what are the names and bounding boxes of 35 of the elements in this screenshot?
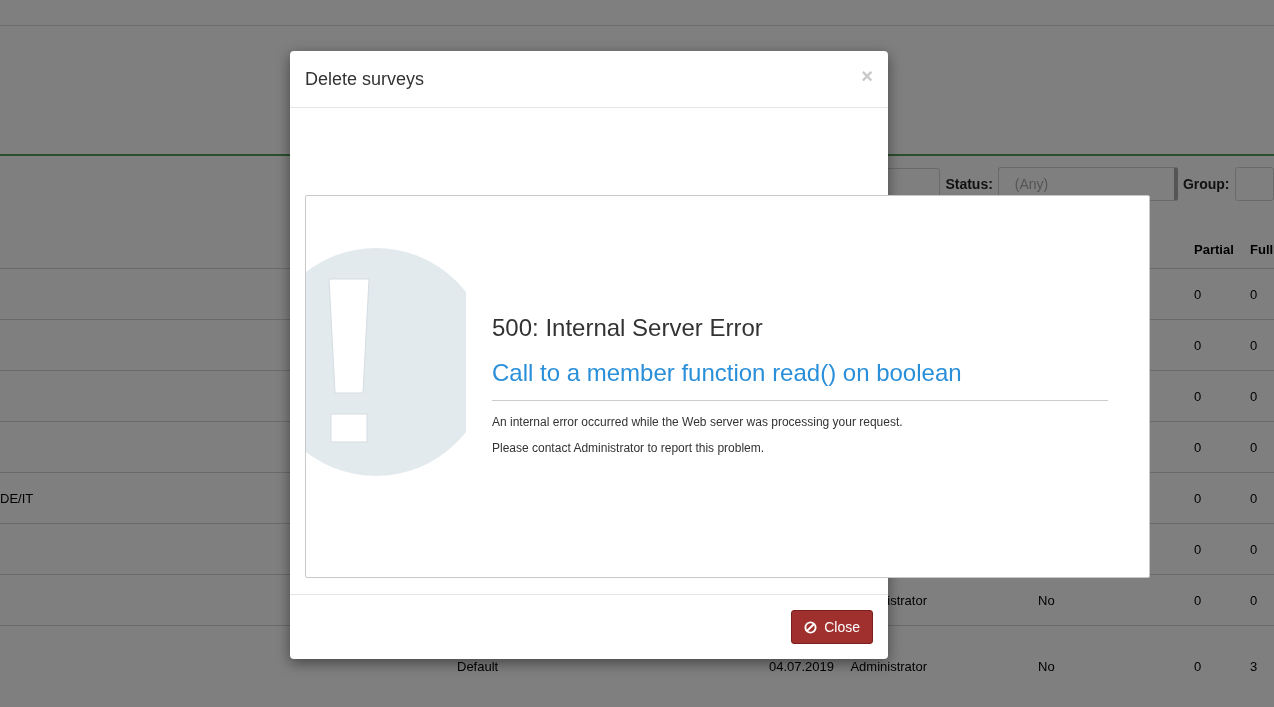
table-cell: 0 (1194, 439, 1202, 455)
filter-label: Status: (945, 176, 993, 192)
close-button[interactable]: × (861, 64, 873, 94)
table-cell: 04.07.2019 (768, 658, 834, 674)
error-heading: 500: Internal Server Error (492, 314, 764, 342)
error-message: Call to a member function read() on boolean (492, 359, 1108, 401)
table-cell: DE/IT (0, 490, 34, 506)
table-cell: No (1038, 592, 1055, 608)
table-cell: 0 (1194, 541, 1202, 557)
table-cell: 0 (1250, 337, 1258, 353)
table-cell: 0 (1250, 388, 1258, 404)
table-cell: 0 (1250, 490, 1258, 506)
table-cell: 3 (1250, 658, 1258, 674)
table-cell: 0 (1250, 541, 1258, 557)
table-cell: 0 (1250, 592, 1258, 608)
close-button[interactable]: Close (791, 610, 873, 644)
error-detail: An internal error occurred while the Web server was processing your request. (492, 415, 904, 429)
column-header: Partial (1194, 241, 1234, 257)
table-cell: 0 (1194, 490, 1202, 506)
column-header: Full (1250, 241, 1274, 257)
table-cell: 0 (1194, 388, 1202, 404)
table-cell: No (1038, 658, 1055, 674)
error-detail: Please contact Administrator to report this problem. (492, 441, 766, 455)
dialog-title: Delete surveys (305, 68, 425, 90)
table-cell: 0 (1194, 592, 1202, 608)
table-cell: 0 (1194, 337, 1202, 353)
filter-label: Group: (1182, 176, 1230, 192)
table-cell: 0 (1250, 286, 1258, 302)
table-cell: Default (457, 658, 499, 674)
table-cell: 0 (1194, 658, 1202, 674)
table-cell: istrator (887, 592, 927, 608)
ban-icon (804, 620, 818, 634)
table-cell: 0 (1250, 439, 1258, 455)
table-cell: 0 (1194, 286, 1202, 302)
table-cell: Administrator (850, 658, 927, 674)
